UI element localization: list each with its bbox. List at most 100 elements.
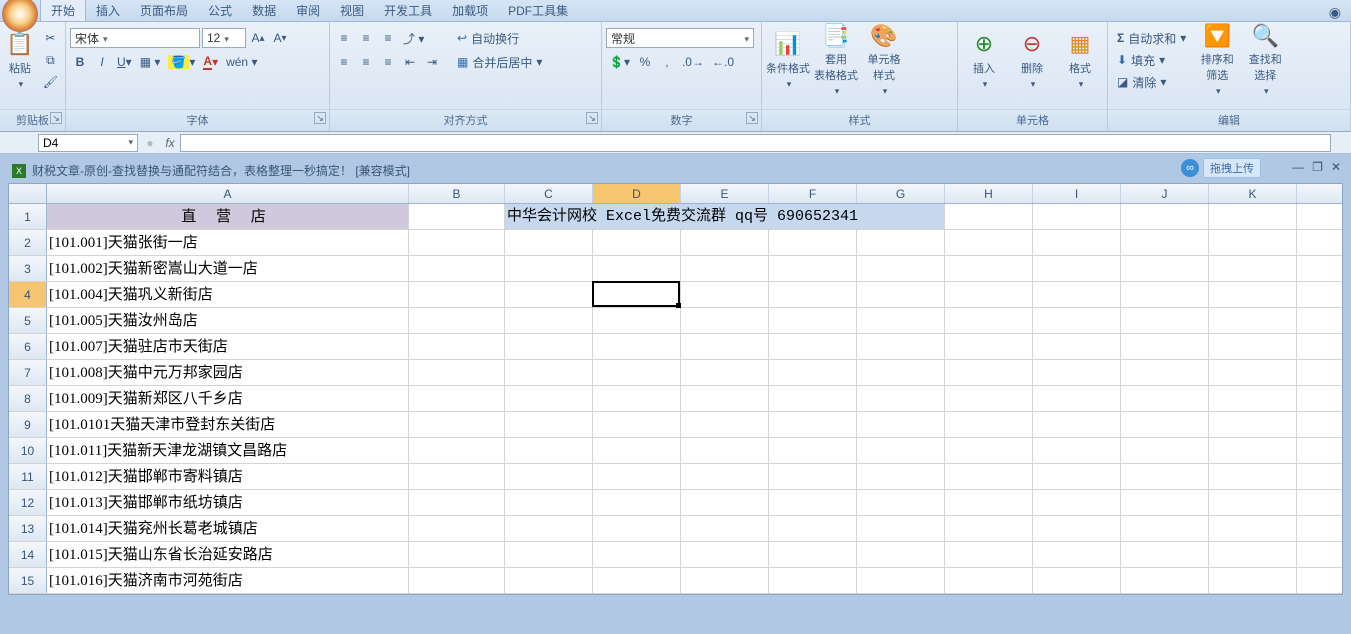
upload-tag[interactable]: 拖拽上传 (1203, 158, 1261, 178)
cell[interactable] (769, 334, 857, 359)
cell[interactable] (505, 334, 593, 359)
cell[interactable] (505, 360, 593, 385)
cell[interactable] (857, 308, 945, 333)
cell[interactable] (1033, 334, 1121, 359)
cell[interactable] (857, 464, 945, 489)
name-box[interactable]: D4▾ (38, 134, 138, 152)
cell[interactable] (1209, 412, 1297, 437)
format-cells-button[interactable]: ▦格式 (1058, 24, 1102, 96)
cell[interactable] (1121, 438, 1209, 463)
cell[interactable] (945, 386, 1033, 411)
col-header-I[interactable]: I (1033, 184, 1121, 203)
cell-A6[interactable]: [101.007]天猫驻店市天街店 (47, 334, 409, 359)
cell[interactable] (945, 516, 1033, 541)
cell[interactable] (593, 334, 681, 359)
border-button[interactable]: ▦ ▾ (137, 52, 164, 72)
cell[interactable] (769, 490, 857, 515)
cell[interactable] (1209, 282, 1297, 307)
cell[interactable] (409, 464, 505, 489)
cell[interactable] (1121, 412, 1209, 437)
cell[interactable] (857, 516, 945, 541)
cell[interactable] (945, 542, 1033, 567)
format-as-table-button[interactable]: 📑套用 表格格式 (814, 24, 858, 96)
insert-cells-button[interactable]: ⊕插入 (962, 24, 1006, 96)
cell[interactable] (945, 464, 1033, 489)
cell[interactable] (857, 386, 945, 411)
cell-A10[interactable]: [101.011]天猫新天津龙湖镇文昌路店 (47, 438, 409, 463)
cell[interactable] (505, 516, 593, 541)
formula-input[interactable] (180, 134, 1331, 152)
cell[interactable] (857, 490, 945, 515)
row-header-5[interactable]: 5 (9, 308, 47, 333)
cell[interactable] (769, 256, 857, 281)
cell[interactable] (505, 438, 593, 463)
cell[interactable] (593, 568, 681, 593)
cell[interactable] (1033, 230, 1121, 255)
cell[interactable] (409, 386, 505, 411)
cell-A8[interactable]: [101.009]天猫新郑区八千乡店 (47, 386, 409, 411)
cell[interactable] (857, 334, 945, 359)
tab-7[interactable]: 开发工具 (374, 0, 442, 21)
cell[interactable] (409, 282, 505, 307)
cell[interactable] (681, 334, 769, 359)
row-header-15[interactable]: 15 (9, 568, 47, 593)
cell[interactable] (681, 360, 769, 385)
tab-3[interactable]: 公式 (198, 0, 242, 21)
cell[interactable] (681, 464, 769, 489)
underline-button[interactable]: U ▾ (114, 52, 135, 72)
copy-button[interactable]: ⧉ (40, 50, 61, 70)
cell[interactable] (857, 568, 945, 593)
tab-0[interactable]: 开始 (40, 0, 86, 21)
cell-A13[interactable]: [101.014]天猫兖州长葛老城镇店 (47, 516, 409, 541)
cell[interactable] (945, 282, 1033, 307)
col-header-F[interactable]: F (769, 184, 857, 203)
cell[interactable] (1033, 568, 1121, 593)
cell-A12[interactable]: [101.013]天猫邯郸市纸坊镇店 (47, 490, 409, 515)
cell[interactable] (1209, 386, 1297, 411)
cell[interactable] (1209, 438, 1297, 463)
row-header-6[interactable]: 6 (9, 334, 47, 359)
cell[interactable] (593, 438, 681, 463)
row-header-10[interactable]: 10 (9, 438, 47, 463)
cell[interactable] (857, 360, 945, 385)
cell-A3[interactable]: [101.002]天猫新密嵩山大道一店 (47, 256, 409, 281)
row-header-12[interactable]: 12 (9, 490, 47, 515)
cell[interactable] (1121, 360, 1209, 385)
align-center-button[interactable]: ≡ (356, 52, 376, 72)
col-header-B[interactable]: B (409, 184, 505, 203)
decrease-indent-button[interactable]: ⇤ (400, 52, 420, 72)
cell[interactable] (593, 542, 681, 567)
cell[interactable] (1121, 568, 1209, 593)
cell[interactable] (681, 516, 769, 541)
conditional-format-button[interactable]: 📊条件格式 (766, 24, 810, 96)
font-size-combo[interactable]: 12 (202, 28, 246, 48)
tab-4[interactable]: 数据 (242, 0, 286, 21)
font-name-combo[interactable]: 宋体 (70, 28, 200, 48)
row-header-9[interactable]: 9 (9, 412, 47, 437)
row-header-11[interactable]: 11 (9, 464, 47, 489)
align-left-button[interactable]: ≡ (334, 52, 354, 72)
cell[interactable] (1209, 308, 1297, 333)
col-header-D[interactable]: D (593, 184, 681, 203)
cell[interactable] (769, 282, 857, 307)
row-header-4[interactable]: 4 (9, 282, 47, 307)
cell-A2[interactable]: [101.001]天猫张街一店 (47, 230, 409, 255)
cell[interactable] (409, 412, 505, 437)
cut-button[interactable]: ✂ (40, 28, 61, 48)
cell[interactable] (505, 256, 593, 281)
cell[interactable] (1209, 204, 1297, 229)
cell[interactable] (505, 386, 593, 411)
clipboard-launcher[interactable]: ↘ (50, 112, 62, 124)
cell[interactable] (857, 542, 945, 567)
cell[interactable] (1033, 542, 1121, 567)
italic-button[interactable]: I (92, 52, 112, 72)
cell[interactable] (1033, 282, 1121, 307)
cell[interactable] (1033, 386, 1121, 411)
fill-color-button[interactable]: 🪣▾ (165, 52, 198, 72)
comma-button[interactable]: , (657, 52, 677, 72)
cell[interactable] (681, 438, 769, 463)
col-header-H[interactable]: H (945, 184, 1033, 203)
fill-button[interactable]: ⬇填充 ▾ (1112, 50, 1191, 70)
cell[interactable] (593, 516, 681, 541)
cell[interactable] (409, 542, 505, 567)
